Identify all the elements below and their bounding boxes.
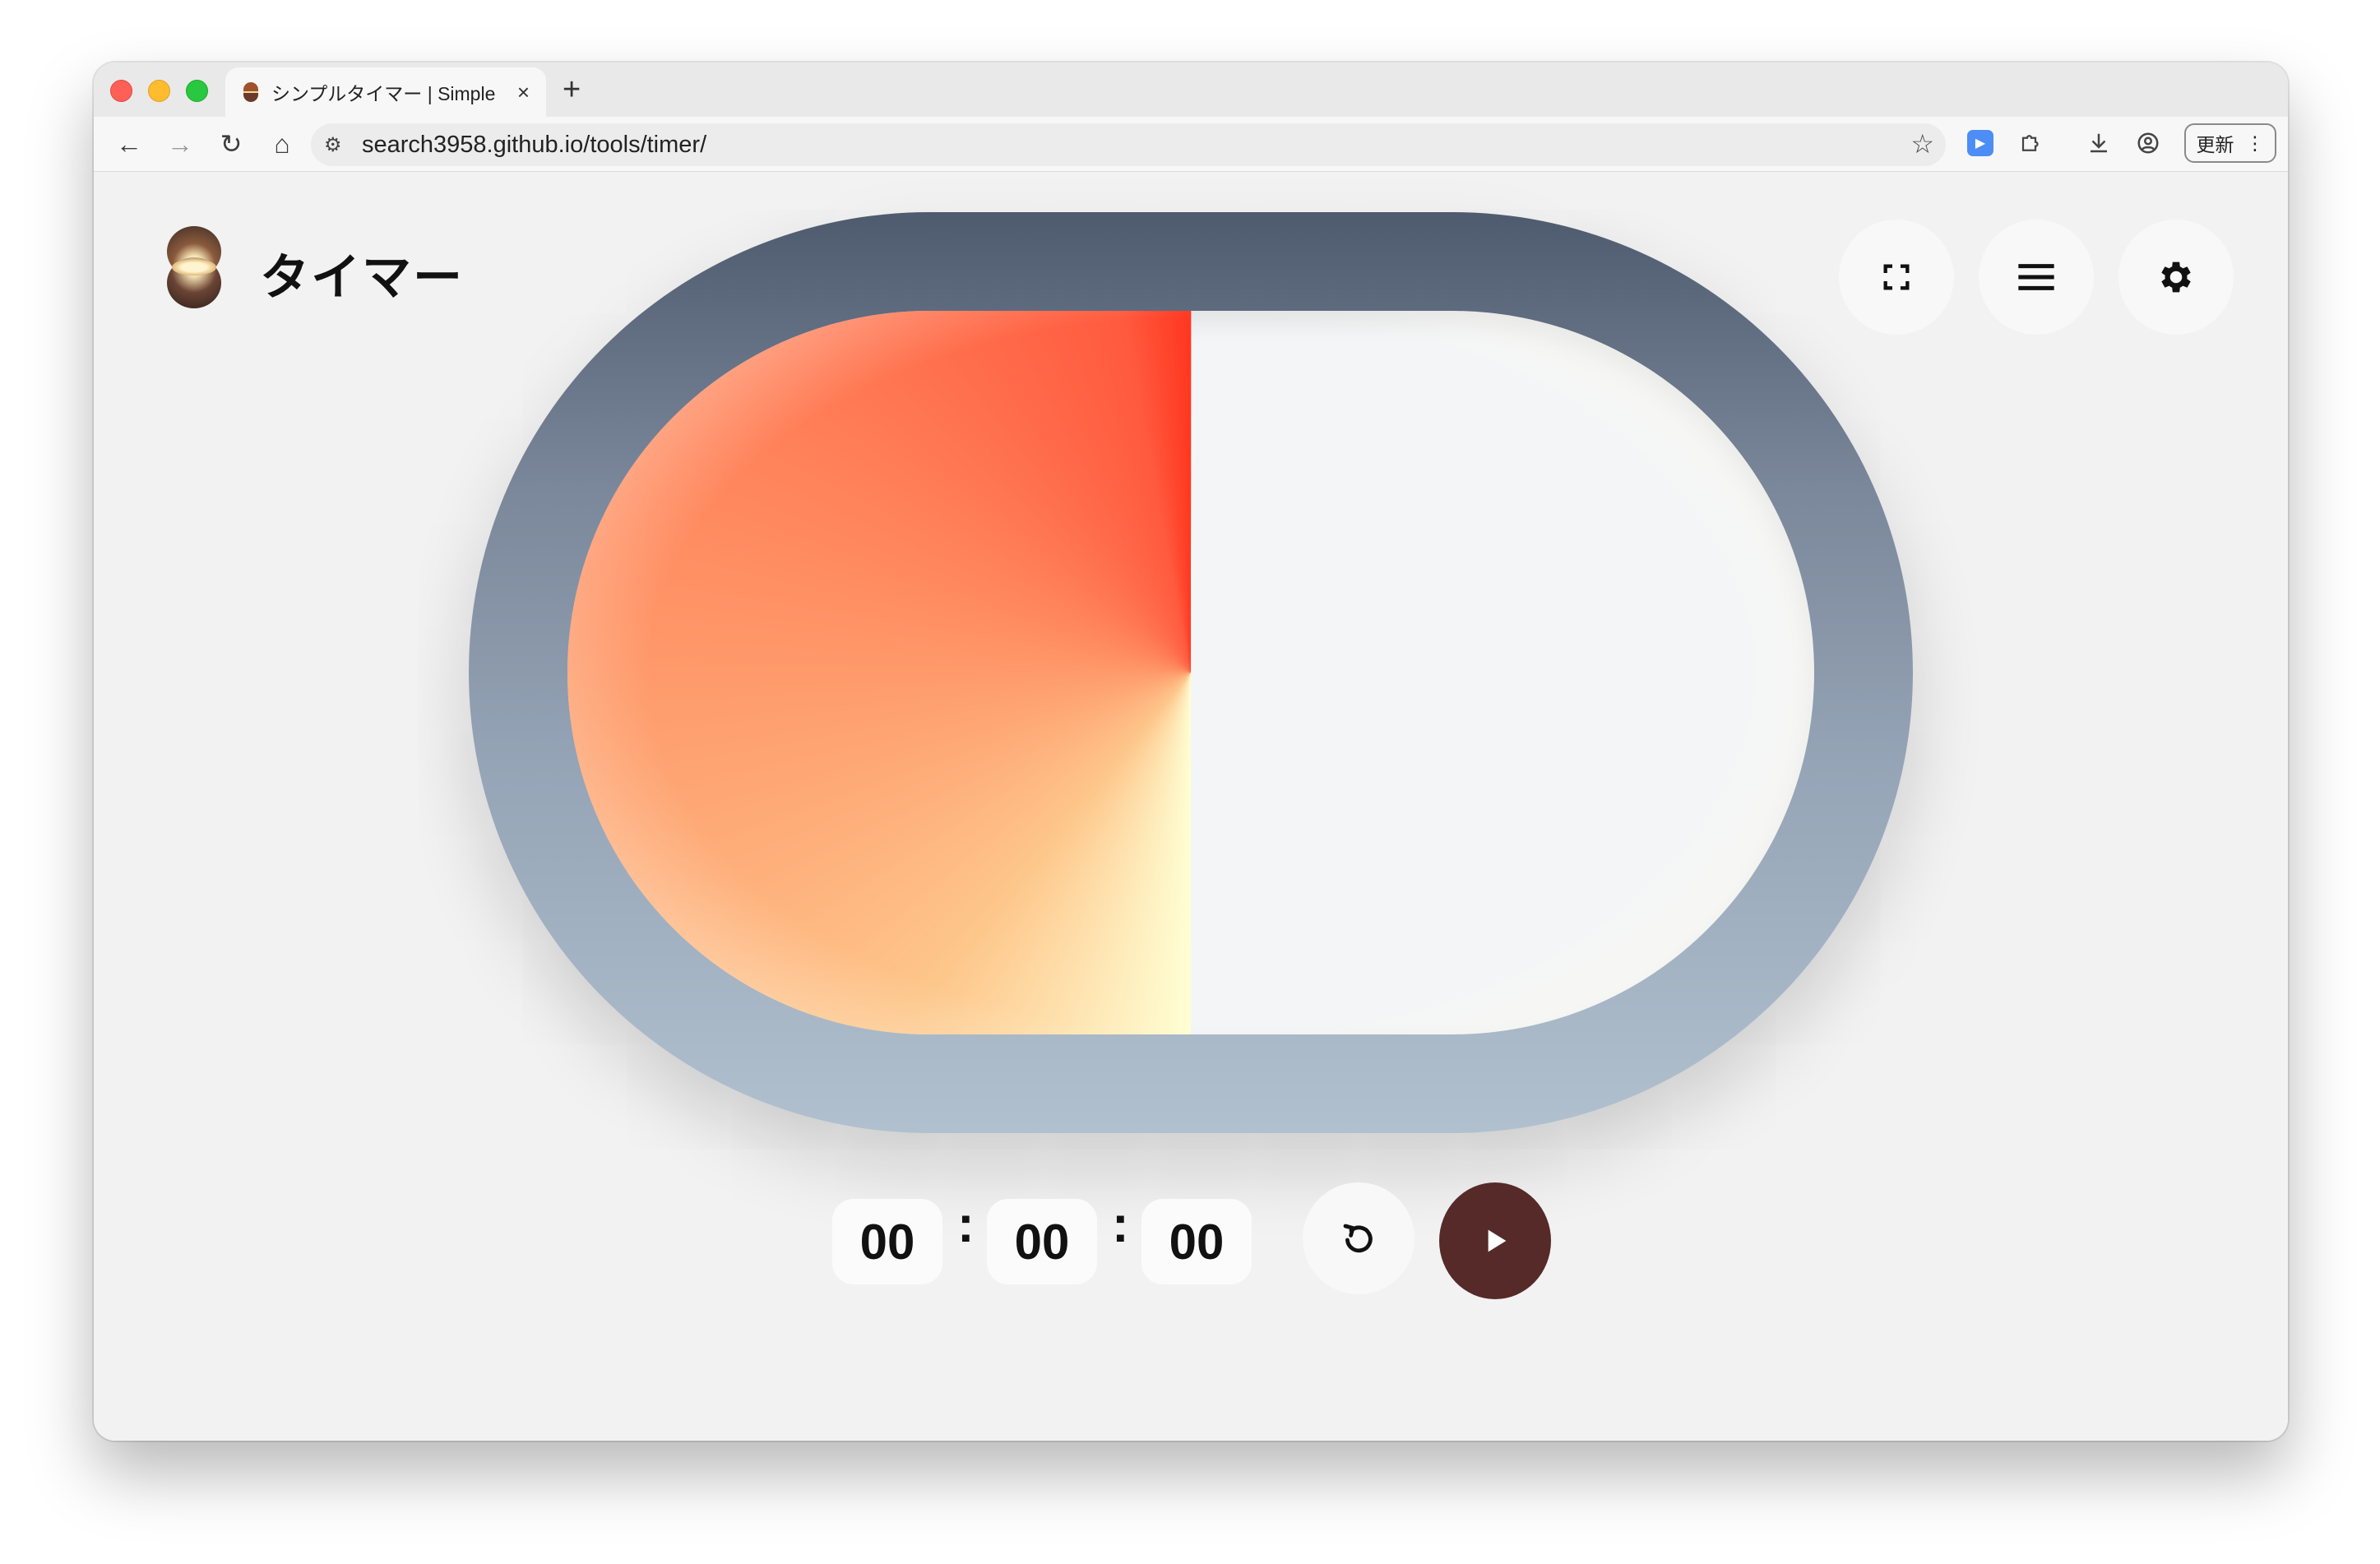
- play-button[interactable]: [1439, 1182, 1551, 1299]
- seconds-field[interactable]: 00: [1141, 1199, 1252, 1284]
- fullscreen-icon: [1883, 264, 1910, 290]
- tab-strip: シンプルタイマー | Simple × +: [94, 62, 2288, 117]
- more-icon[interactable]: ⋮: [2246, 132, 2265, 155]
- profile-icon[interactable]: [2132, 127, 2165, 160]
- update-label: 更新: [2196, 134, 2234, 155]
- url-text[interactable]: search3958.github.io/tools/timer/: [362, 132, 706, 159]
- update-button[interactable]: 更新 ⋮: [2184, 123, 2276, 163]
- menu-button[interactable]: [1979, 220, 2094, 335]
- reset-icon: [1343, 1224, 1373, 1253]
- new-tab-button[interactable]: +: [563, 71, 581, 109]
- menu-icon: [2018, 264, 2054, 290]
- address-bar[interactable]: ⚙ search3958.github.io/tools/timer/ ☆: [311, 123, 1946, 166]
- fullscreen-button[interactable]: [1839, 220, 1954, 335]
- maximize-window-button[interactable]: [186, 80, 208, 102]
- page-title: タイマー: [260, 250, 464, 305]
- time-separator: :: [1112, 1196, 1129, 1253]
- site-settings-icon[interactable]: ⚙: [324, 133, 342, 157]
- play-icon: [1488, 1229, 1507, 1252]
- hours-field[interactable]: 00: [832, 1199, 942, 1284]
- minutes-field[interactable]: 00: [987, 1199, 1097, 1284]
- minimize-window-button[interactable]: [148, 80, 170, 102]
- timer-progress-display: [567, 311, 1814, 1034]
- gear-icon: [2161, 261, 2191, 293]
- reset-button[interactable]: [1303, 1182, 1415, 1294]
- browser-toolbar: ← → ↻ ⌂ ⚙ search3958.github.io/tools/tim…: [94, 117, 2288, 172]
- close-window-button[interactable]: [110, 80, 132, 102]
- favicon-icon: [243, 82, 258, 102]
- app-logo: [167, 226, 221, 308]
- download-icon[interactable]: [2082, 127, 2115, 160]
- extension-icon[interactable]: ▶: [1964, 127, 1997, 160]
- extensions-puzzle-icon[interactable]: [2015, 127, 2048, 160]
- settings-button[interactable]: [2118, 220, 2234, 335]
- back-button[interactable]: ←: [110, 125, 148, 163]
- browser-tab[interactable]: シンプルタイマー | Simple ×: [225, 67, 546, 117]
- tab-close-icon[interactable]: ×: [517, 80, 530, 105]
- time-separator: :: [957, 1196, 975, 1253]
- reload-button[interactable]: ↻: [212, 125, 250, 163]
- browser-window: シンプルタイマー | Simple × + ← → ↻ ⌂ ⚙ search39…: [94, 62, 2288, 1441]
- bookmark-star-icon[interactable]: ☆: [1910, 128, 1934, 160]
- tab-title: シンプルタイマー | Simple: [271, 83, 496, 104]
- forward-button[interactable]: →: [161, 125, 199, 163]
- home-button[interactable]: ⌂: [263, 125, 301, 163]
